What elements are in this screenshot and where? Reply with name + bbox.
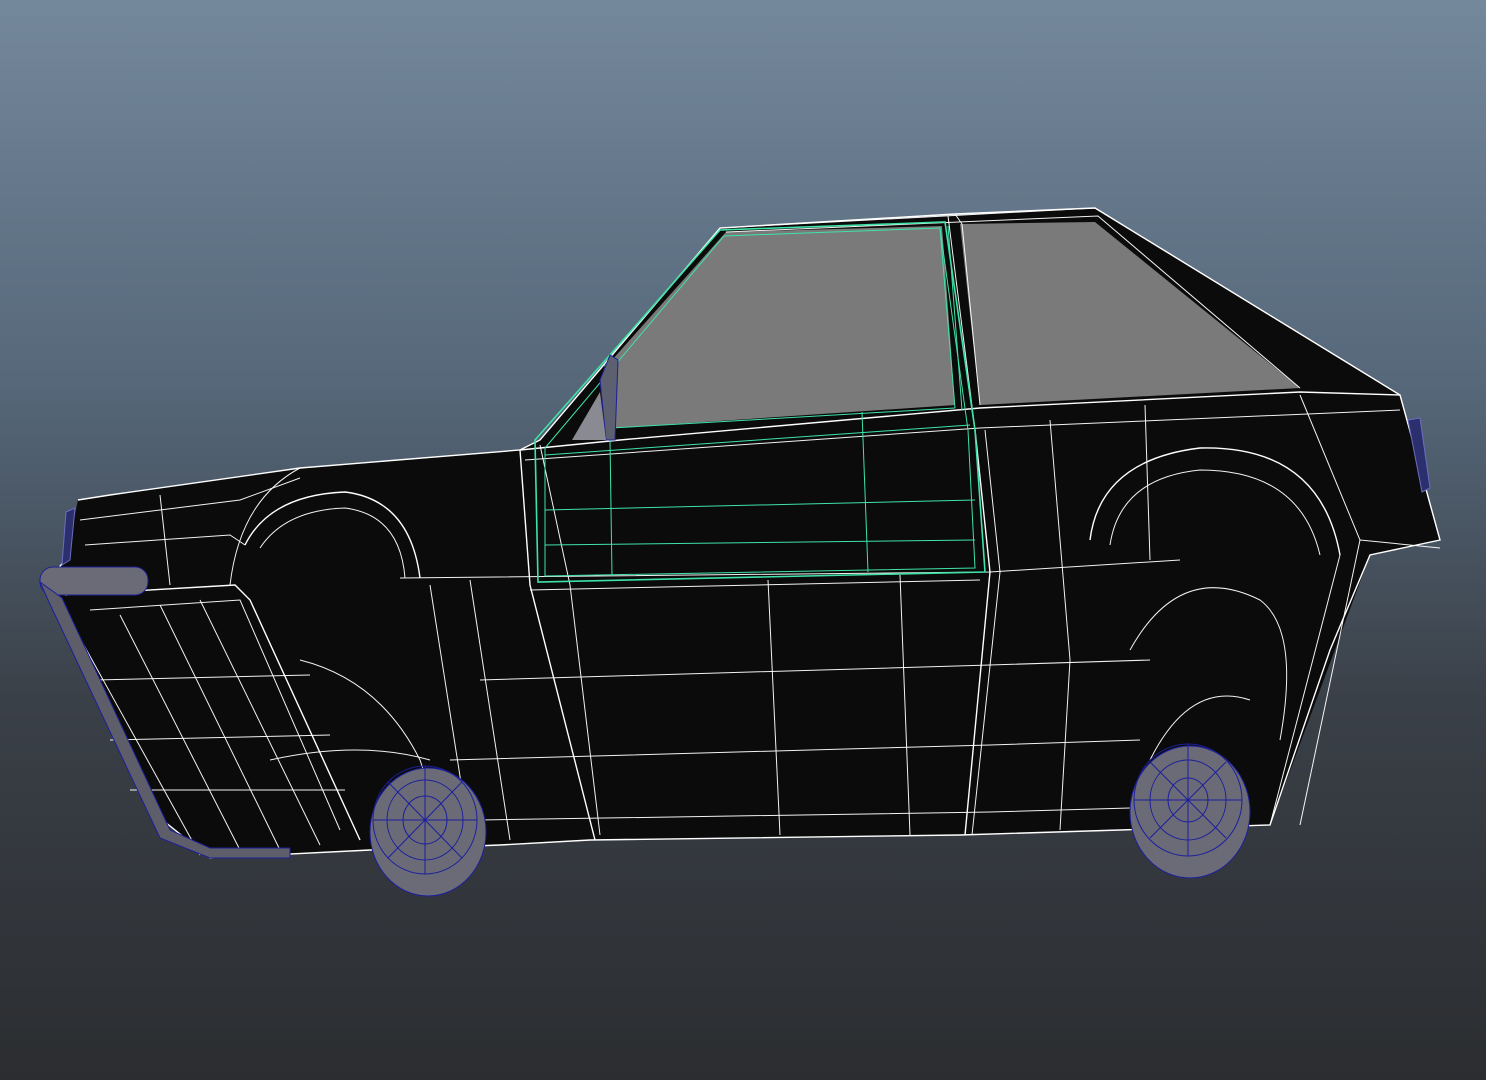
- car-body[interactable]: [45, 208, 1440, 858]
- 3d-viewport[interactable]: [0, 0, 1486, 1080]
- car-wireframe-model[interactable]: [0, 0, 1486, 1080]
- front-side-window: [612, 226, 955, 428]
